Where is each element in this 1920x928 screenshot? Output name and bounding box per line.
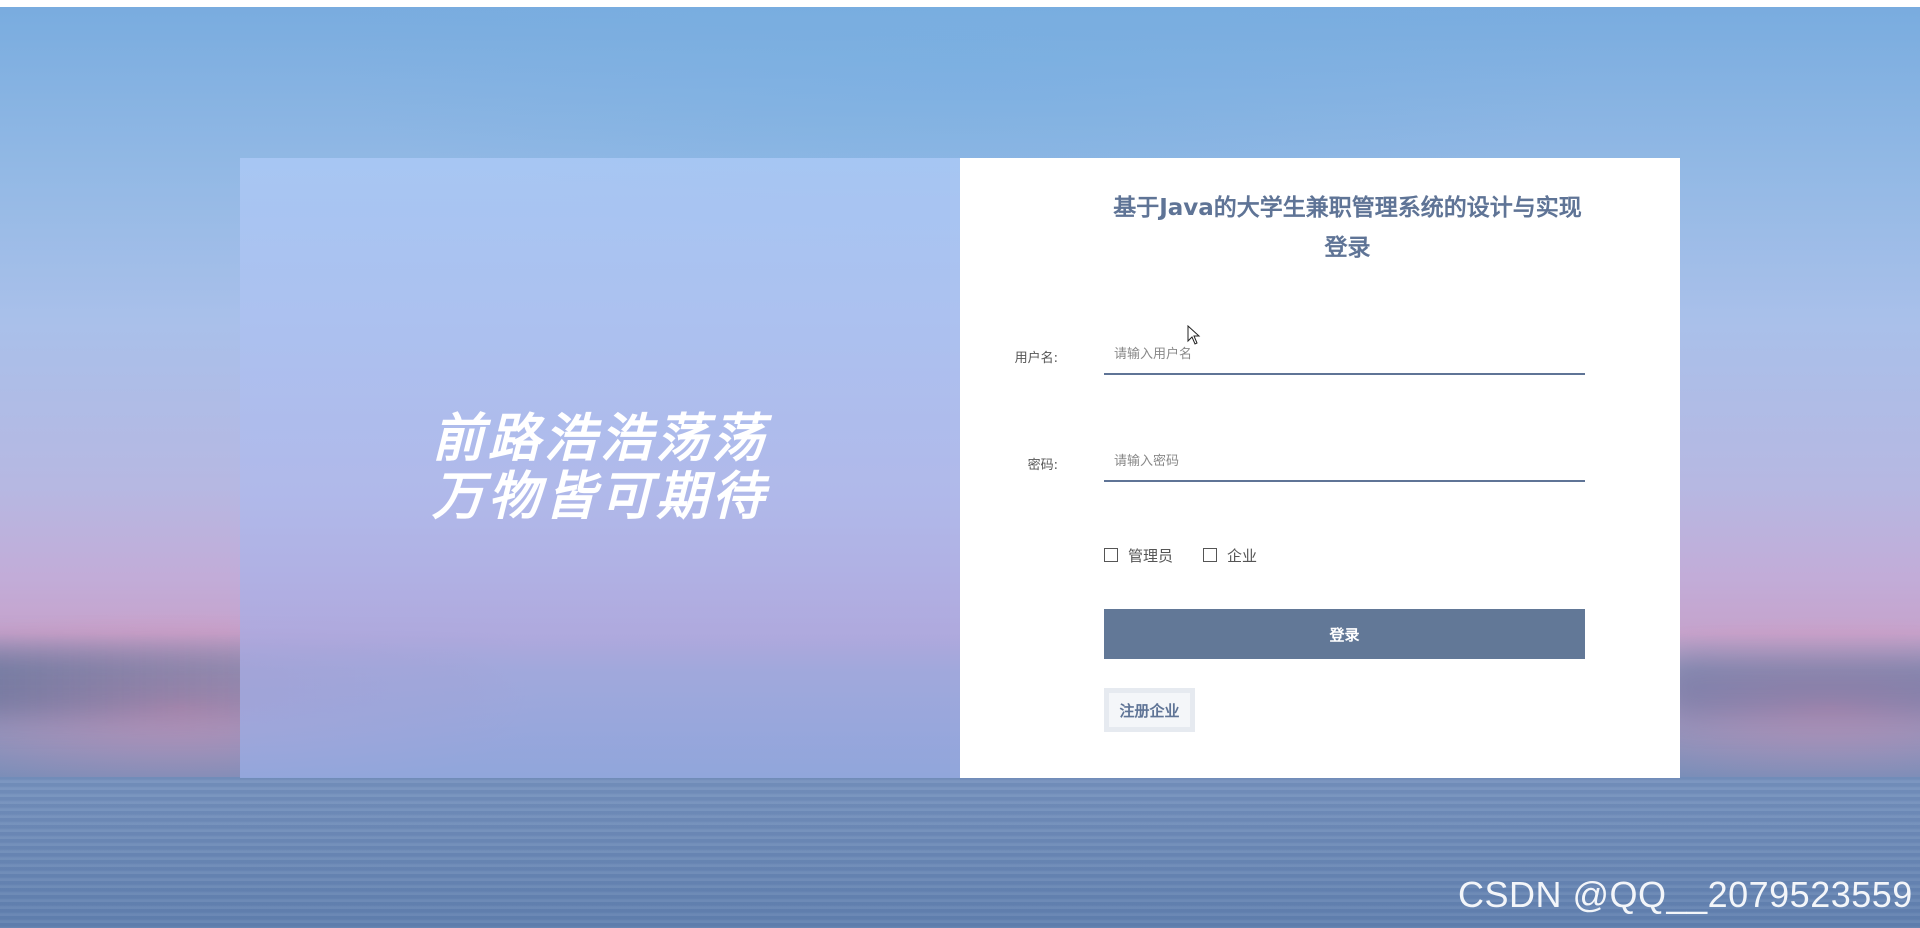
slogan: 前路浩浩荡荡 万物皆可期待: [240, 410, 960, 526]
role-label-admin: 管理员: [1128, 546, 1174, 565]
background-cloud: [1660, 657, 1920, 717]
login-button[interactable]: 登录: [1104, 609, 1585, 659]
password-label: 密码:: [1027, 458, 1058, 473]
role-checkbox-company[interactable]: 企业: [1203, 545, 1257, 566]
role-checkbox-admin[interactable]: 管理员: [1104, 545, 1173, 566]
username-input[interactable]: [1104, 335, 1585, 375]
username-label: 用户名:: [1014, 351, 1058, 366]
top-strip: [0, 0, 1920, 7]
register-company-button[interactable]: 注册企业: [1104, 688, 1195, 732]
password-input[interactable]: [1104, 442, 1585, 482]
checkbox-icon[interactable]: [1104, 548, 1118, 562]
role-label-company: 企业: [1227, 546, 1258, 565]
role-selector: 管理员 企业: [1104, 544, 1287, 566]
checkbox-icon[interactable]: [1203, 548, 1218, 562]
slogan-line-1: 前路浩浩荡荡: [431, 409, 768, 469]
login-panel: 基于Java的大学生兼职管理系统的设计与实现登录 用户名: 密码: 管理员 企业…: [960, 158, 1680, 778]
slogan-panel: 前路浩浩荡荡 万物皆可期待: [240, 158, 960, 778]
mouse-cursor-icon: [1187, 325, 1201, 345]
watermark: CSDN @QQ__2079523559: [1458, 874, 1913, 915]
slogan-line-2: 万物皆可期待: [431, 467, 768, 527]
login-title: 基于Java的大学生兼职管理系统的设计与实现登录: [1113, 195, 1582, 261]
